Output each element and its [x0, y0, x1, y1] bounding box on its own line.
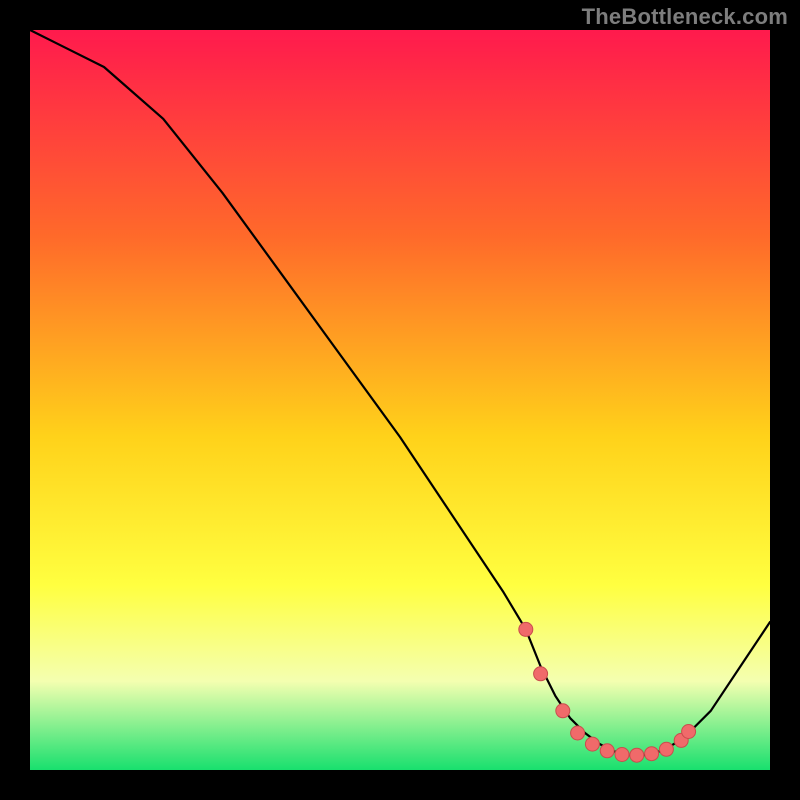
curve-marker [534, 667, 548, 681]
curve-marker [615, 748, 629, 762]
curve-marker [600, 744, 614, 758]
curve-marker [519, 622, 533, 636]
chart-canvas [0, 0, 800, 800]
curve-marker [556, 704, 570, 718]
curve-marker [682, 725, 696, 739]
curve-marker [585, 737, 599, 751]
plot-background [30, 30, 770, 770]
curve-marker [571, 726, 585, 740]
curve-marker [659, 742, 673, 756]
curve-marker [645, 747, 659, 761]
curve-marker [630, 748, 644, 762]
chart-frame: TheBottleneck.com [0, 0, 800, 800]
